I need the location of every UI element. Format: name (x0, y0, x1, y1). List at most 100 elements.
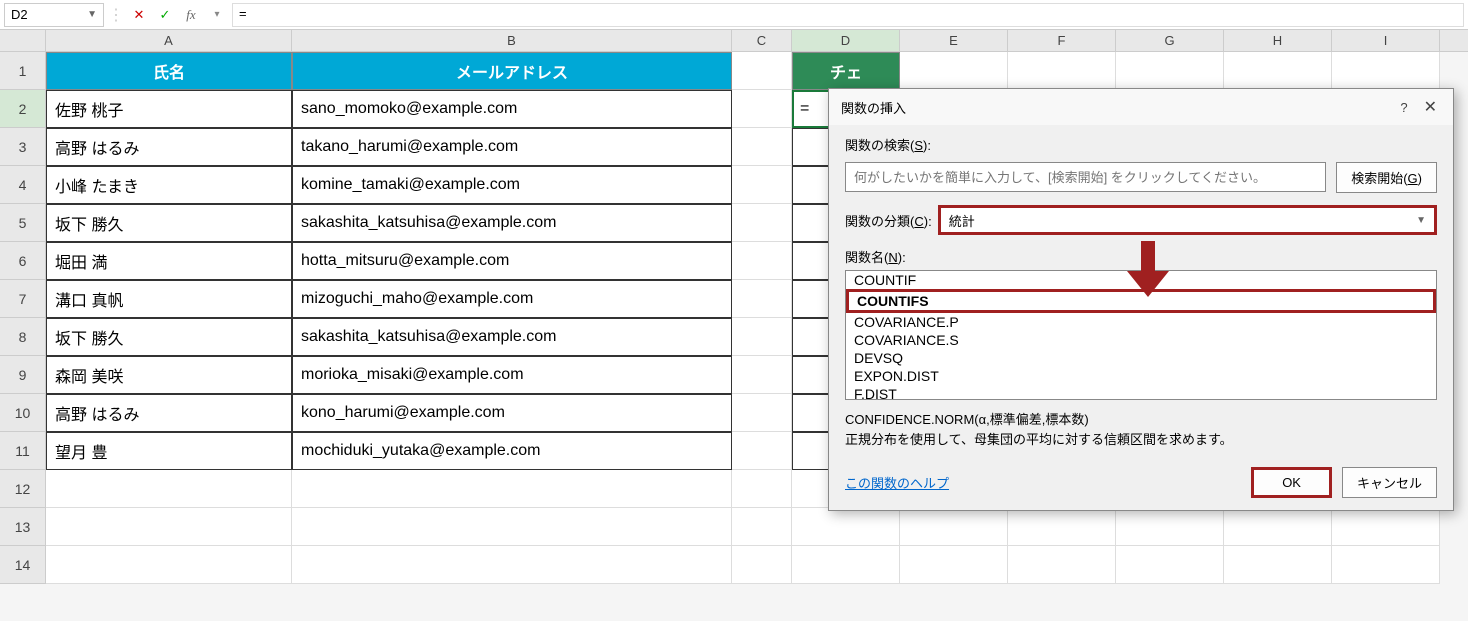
cell-C12[interactable] (732, 470, 792, 508)
row-header-7[interactable]: 7 (0, 280, 46, 318)
row-header-14[interactable]: 14 (0, 546, 46, 584)
cell-C8[interactable] (732, 318, 792, 356)
row-header-3[interactable]: 3 (0, 128, 46, 166)
name-box[interactable]: D2 ▼ (4, 3, 104, 27)
fx-icon[interactable]: fx (180, 4, 202, 26)
chevron-down-icon[interactable]: ▾ (206, 4, 228, 26)
cell-C13[interactable] (732, 508, 792, 546)
cell-B12[interactable] (292, 470, 732, 508)
function-list-item[interactable]: COUNTIFS (846, 289, 1436, 313)
select-all-corner[interactable] (0, 30, 46, 51)
cell-G13[interactable] (1116, 508, 1224, 546)
cell-B2[interactable]: sano_momoko@example.com (292, 90, 732, 128)
cell-A11[interactable]: 望月 豊 (46, 432, 292, 470)
cancel-button[interactable]: キャンセル (1342, 467, 1437, 498)
cell-D1[interactable]: チェ (792, 52, 900, 90)
dialog-titlebar[interactable]: 関数の挿入 ? ✕ (829, 89, 1453, 125)
close-icon[interactable]: ✕ (1420, 97, 1441, 117)
col-header-E[interactable]: E (900, 30, 1008, 51)
cell-C4[interactable] (732, 166, 792, 204)
cell-B4[interactable]: komine_tamaki@example.com (292, 166, 732, 204)
row-header-13[interactable]: 13 (0, 508, 46, 546)
cell-A6[interactable]: 堀田 満 (46, 242, 292, 280)
cell-B14[interactable] (292, 546, 732, 584)
ok-button[interactable]: OK (1251, 467, 1332, 498)
cell-B13[interactable] (292, 508, 732, 546)
row-header-1[interactable]: 1 (0, 52, 46, 90)
cell-F1[interactable] (1008, 52, 1116, 90)
cell-E14[interactable] (900, 546, 1008, 584)
function-list-item[interactable]: DEVSQ (846, 349, 1436, 367)
cell-B10[interactable]: kono_harumi@example.com (292, 394, 732, 432)
row-header-4[interactable]: 4 (0, 166, 46, 204)
cell-B3[interactable]: takano_harumi@example.com (292, 128, 732, 166)
search-start-button[interactable]: 検索開始(G) (1336, 162, 1437, 193)
cell-H13[interactable] (1224, 508, 1332, 546)
cell-F14[interactable] (1008, 546, 1116, 584)
row-header-12[interactable]: 12 (0, 470, 46, 508)
cell-C2[interactable] (732, 90, 792, 128)
cell-C7[interactable] (732, 280, 792, 318)
cell-A13[interactable] (46, 508, 292, 546)
col-header-H[interactable]: H (1224, 30, 1332, 51)
cell-B5[interactable]: sakashita_katsuhisa@example.com (292, 204, 732, 242)
cell-A14[interactable] (46, 546, 292, 584)
cancel-icon[interactable]: ✕ (128, 4, 150, 26)
cell-I1[interactable] (1332, 52, 1440, 90)
cell-C9[interactable] (732, 356, 792, 394)
cell-A12[interactable] (46, 470, 292, 508)
help-icon[interactable]: ? (1400, 100, 1407, 115)
cell-A9[interactable]: 森岡 美咲 (46, 356, 292, 394)
cell-C11[interactable] (732, 432, 792, 470)
col-header-C[interactable]: C (732, 30, 792, 51)
function-list-item[interactable]: COVARIANCE.S (846, 331, 1436, 349)
cell-E13[interactable] (900, 508, 1008, 546)
cell-A8[interactable]: 坂下 勝久 (46, 318, 292, 356)
function-list-item[interactable]: COVARIANCE.P (846, 313, 1436, 331)
col-header-D[interactable]: D (792, 30, 900, 51)
row-header-11[interactable]: 11 (0, 432, 46, 470)
cell-G1[interactable] (1116, 52, 1224, 90)
search-input[interactable] (845, 162, 1326, 192)
cell-I14[interactable] (1332, 546, 1440, 584)
cell-B9[interactable]: morioka_misaki@example.com (292, 356, 732, 394)
function-help-link[interactable]: この関数のヘルプ (845, 473, 949, 492)
cell-B8[interactable]: sakashita_katsuhisa@example.com (292, 318, 732, 356)
cell-A2[interactable]: 佐野 桃子 (46, 90, 292, 128)
cell-C10[interactable] (732, 394, 792, 432)
row-header-2[interactable]: 2 (0, 90, 46, 128)
cell-C3[interactable] (732, 128, 792, 166)
row-header-6[interactable]: 6 (0, 242, 46, 280)
row-header-10[interactable]: 10 (0, 394, 46, 432)
cell-D13[interactable] (792, 508, 900, 546)
cell-C14[interactable] (732, 546, 792, 584)
cell-B6[interactable]: hotta_mitsuru@example.com (292, 242, 732, 280)
row-header-5[interactable]: 5 (0, 204, 46, 242)
row-header-8[interactable]: 8 (0, 318, 46, 356)
formula-input[interactable]: = (232, 3, 1464, 27)
cell-A1[interactable]: 氏名 (46, 52, 292, 90)
cell-H1[interactable] (1224, 52, 1332, 90)
cell-A3[interactable]: 高野 はるみ (46, 128, 292, 166)
cell-G14[interactable] (1116, 546, 1224, 584)
cell-B11[interactable]: mochiduki_yutaka@example.com (292, 432, 732, 470)
cell-C1[interactable] (732, 52, 792, 90)
function-list-item[interactable]: F.DIST (846, 385, 1436, 400)
col-header-F[interactable]: F (1008, 30, 1116, 51)
function-list-item[interactable]: COUNTIF (846, 271, 1436, 289)
enter-icon[interactable]: ✓ (154, 4, 176, 26)
cell-I13[interactable] (1332, 508, 1440, 546)
category-select[interactable]: 統計 ▼ (938, 205, 1437, 235)
col-header-A[interactable]: A (46, 30, 292, 51)
function-list[interactable]: COUNTIFCOUNTIFSCOVARIANCE.PCOVARIANCE.SD… (845, 270, 1437, 400)
row-header-9[interactable]: 9 (0, 356, 46, 394)
cell-D14[interactable] (792, 546, 900, 584)
cell-A4[interactable]: 小峰 たまき (46, 166, 292, 204)
cell-A7[interactable]: 溝口 真帆 (46, 280, 292, 318)
cell-H14[interactable] (1224, 546, 1332, 584)
cell-A5[interactable]: 坂下 勝久 (46, 204, 292, 242)
cell-F13[interactable] (1008, 508, 1116, 546)
cell-A10[interactable]: 高野 はるみ (46, 394, 292, 432)
cell-C6[interactable] (732, 242, 792, 280)
cell-C5[interactable] (732, 204, 792, 242)
